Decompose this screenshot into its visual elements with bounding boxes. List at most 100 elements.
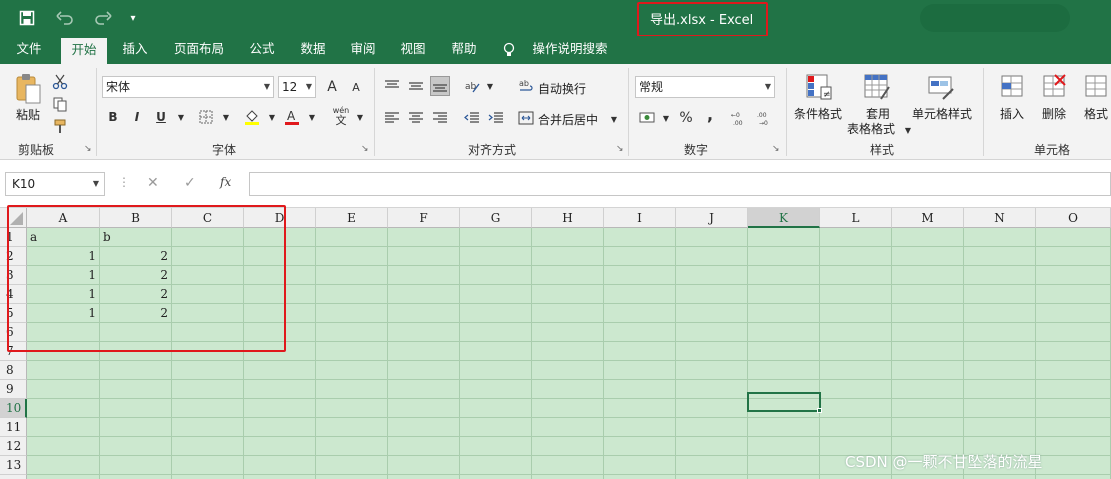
formula-input[interactable] — [249, 172, 1111, 196]
tab-page-layout[interactable]: 页面布局 — [168, 36, 230, 64]
chevron-down-icon[interactable]: ▼ — [216, 107, 236, 127]
number-launcher-icon[interactable]: ↘ — [772, 144, 782, 154]
chevron-down-icon[interactable]: ▼ — [656, 108, 676, 128]
column-header-h[interactable]: H — [532, 208, 604, 228]
shrink-font-button[interactable]: A — [346, 77, 366, 97]
enter-icon[interactable]: ✓ — [184, 175, 196, 191]
font-size-combo[interactable]: 12 ▼ — [278, 76, 316, 98]
currency-icon[interactable] — [638, 108, 658, 128]
tab-help[interactable]: 帮助 — [441, 36, 487, 64]
cancel-icon[interactable]: ✕ — [147, 175, 159, 191]
italic-button[interactable]: I — [127, 107, 147, 127]
row-header-9[interactable]: 9 — [0, 380, 27, 399]
align-center-icon[interactable] — [406, 108, 426, 128]
tab-insert[interactable]: 插入 — [112, 36, 158, 64]
conditional-formatting-icon[interactable]: ≠ — [804, 72, 834, 102]
copy-icon[interactable] — [50, 94, 70, 114]
insert-cells-button[interactable]: 插入 — [1000, 105, 1024, 122]
percent-button[interactable]: % — [676, 108, 696, 128]
font-name-combo[interactable]: 宋体 ▼ — [102, 76, 274, 98]
decrease-indent-icon[interactable] — [462, 108, 482, 128]
column-header-j[interactable]: J — [676, 208, 748, 228]
column-header-f[interactable]: F — [388, 208, 460, 228]
conditional-formatting-button[interactable]: 条件格式 — [794, 105, 842, 122]
tab-review[interactable]: 审阅 — [340, 36, 386, 64]
tab-view[interactable]: 视图 — [390, 36, 436, 64]
increase-indent-icon[interactable] — [486, 108, 506, 128]
tab-file[interactable]: 文件 — [6, 36, 52, 64]
save-icon[interactable] — [14, 8, 40, 28]
chevron-down-icon[interactable]: ▼ — [350, 107, 370, 127]
delete-cells-icon[interactable] — [1040, 72, 1068, 100]
tell-me-search[interactable]: 操作说明搜索 — [528, 36, 612, 64]
chevron-down-icon[interactable]: ▼ — [171, 107, 191, 127]
align-right-icon[interactable] — [430, 108, 450, 128]
format-cells-button[interactable]: 格式 — [1084, 105, 1108, 122]
formula-bar-grip-icon[interactable]: ⋮ — [118, 175, 130, 189]
chevron-down-icon[interactable]: ▼ — [604, 109, 624, 129]
row-header-14[interactable]: 14 — [0, 475, 27, 479]
fill-handle[interactable] — [817, 408, 822, 413]
underline-button[interactable]: U — [151, 107, 171, 127]
format-as-table-button[interactable]: 表格格式 — [847, 120, 895, 137]
borders-icon[interactable] — [196, 107, 216, 127]
active-cell-k10[interactable] — [747, 392, 821, 412]
delete-cells-button[interactable]: 删除 — [1042, 105, 1066, 122]
redo-icon[interactable] — [86, 8, 120, 28]
phonetic-guide-button[interactable]: wén 文 — [330, 104, 352, 128]
font-color-icon[interactable]: A — [282, 107, 302, 127]
column-header-e[interactable]: E — [316, 208, 388, 228]
increase-decimal-icon[interactable]: ←0.00 — [730, 108, 750, 128]
name-box[interactable]: K10 ▼ — [5, 172, 105, 196]
format-cells-icon[interactable] — [1082, 72, 1110, 100]
customize-icon[interactable]: ▾ — [126, 8, 140, 28]
orientation-icon[interactable]: ab — [462, 76, 482, 96]
comma-button[interactable]: , — [700, 104, 720, 124]
chevron-down-icon[interactable]: ▼ — [898, 120, 918, 140]
lightbulb-icon[interactable] — [500, 36, 518, 64]
row-header-8[interactable]: 8 — [0, 361, 27, 380]
number-format-combo[interactable]: 常规 ▼ — [635, 76, 775, 98]
wrap-text-icon[interactable]: ab — [516, 76, 536, 96]
paste-button[interactable]: 粘贴 — [16, 106, 40, 123]
clipboard-launcher-icon[interactable]: ↘ — [84, 144, 94, 154]
row-header-12[interactable]: 12 — [0, 437, 27, 456]
insert-cells-icon[interactable] — [998, 72, 1026, 100]
cut-icon[interactable] — [50, 72, 70, 92]
column-header-n[interactable]: N — [964, 208, 1036, 228]
merge-center-button[interactable]: 合并后居中 — [538, 111, 598, 128]
paste-icon[interactable] — [14, 72, 44, 106]
tab-data[interactable]: 数据 — [290, 36, 336, 64]
chevron-down-icon[interactable]: ▼ — [302, 107, 322, 127]
row-header-13[interactable]: 13 — [0, 456, 27, 475]
format-as-table-icon[interactable] — [862, 72, 892, 102]
bold-button[interactable]: B — [103, 107, 123, 127]
cell-styles-button[interactable]: 单元格样式 — [912, 105, 972, 122]
chevron-down-icon[interactable]: ▼ — [480, 76, 500, 96]
undo-icon[interactable] — [48, 8, 82, 28]
align-bottom-icon[interactable] — [430, 76, 450, 96]
column-header-l[interactable]: L — [820, 208, 892, 228]
format-painter-icon[interactable] — [50, 116, 70, 136]
row-header-11[interactable]: 11 — [0, 418, 27, 437]
column-header-k[interactable]: K — [748, 208, 820, 228]
insert-function-icon[interactable]: fx — [220, 175, 231, 189]
column-header-m[interactable]: M — [892, 208, 964, 228]
align-top-icon[interactable] — [382, 76, 402, 96]
alignment-launcher-icon[interactable]: ↘ — [616, 144, 626, 154]
cell-styles-icon[interactable] — [926, 72, 956, 102]
font-launcher-icon[interactable]: ↘ — [361, 144, 371, 154]
tab-formulas[interactable]: 公式 — [239, 36, 285, 64]
merge-center-icon[interactable] — [516, 108, 536, 128]
grow-font-button[interactable]: A — [322, 77, 342, 97]
align-left-icon[interactable] — [382, 108, 402, 128]
fill-color-icon[interactable] — [242, 107, 262, 127]
column-header-i[interactable]: I — [604, 208, 676, 228]
column-header-g[interactable]: G — [460, 208, 532, 228]
tab-home[interactable]: 开始 — [61, 38, 107, 65]
chevron-down-icon[interactable]: ▼ — [262, 107, 282, 127]
align-middle-icon[interactable] — [406, 76, 426, 96]
column-header-o[interactable]: O — [1036, 208, 1111, 228]
row-header-10[interactable]: 10 — [0, 399, 27, 418]
wrap-text-button[interactable]: 自动换行 — [538, 80, 586, 97]
